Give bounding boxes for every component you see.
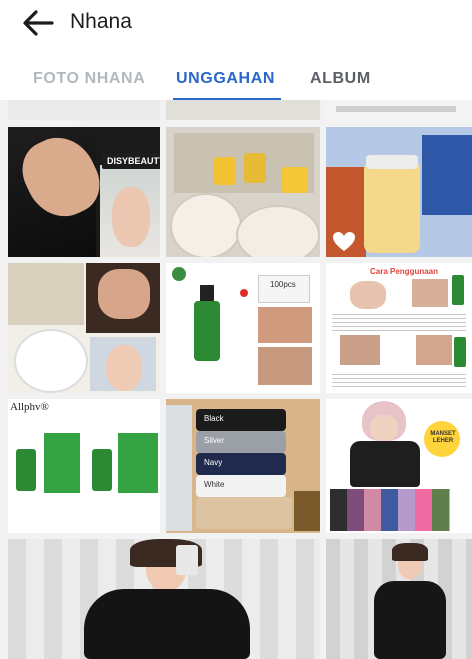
fabric-beige (196, 497, 292, 529)
serum-bottle (452, 275, 464, 305)
heart-icon (333, 232, 355, 251)
jar-lid (282, 167, 308, 193)
grid-photo-tops[interactable]: Black Silver Navy White (166, 399, 320, 533)
tab-album[interactable]: ALBUM (310, 70, 371, 88)
photo-panel (8, 263, 84, 325)
hair (392, 543, 428, 561)
instructions-title: Cara Penggunaan (370, 267, 439, 276)
grid-photo-sachets[interactable] (326, 127, 472, 257)
instruction-text (332, 371, 466, 387)
face-photo (350, 281, 386, 309)
grid-photo-hands[interactable]: DISYBEAUTY (8, 127, 160, 257)
serum-bottle (16, 449, 36, 491)
hand-shape (112, 187, 150, 247)
color-label: Navy (204, 458, 223, 467)
brand-name: Allphv® (10, 401, 49, 413)
grid-photo-allphv[interactable]: Allphv® (8, 399, 160, 533)
text-strip (336, 106, 456, 112)
grid-photo-cream[interactable] (8, 263, 160, 393)
grid-photo-partial[interactable] (166, 100, 320, 120)
serum-bottle (454, 337, 466, 367)
hand-shape (98, 269, 150, 319)
nose-photo (258, 307, 312, 343)
phone (176, 545, 198, 575)
bottle (364, 161, 420, 253)
serum-bottle (194, 301, 220, 361)
product-block (422, 135, 472, 215)
black-blouse (84, 589, 250, 659)
face (370, 415, 398, 441)
cream-jar (14, 329, 88, 393)
logo-mark (172, 267, 186, 281)
brand-label: DISYBEAUTY (102, 153, 160, 169)
serum-bottle (92, 449, 112, 491)
badge-text: MANSET LEHER (430, 431, 456, 444)
nose-photo (258, 347, 312, 385)
photo-grid: DISYBEAUTY 100pcs Cara Penggunaan Allphv… (0, 100, 472, 659)
grid-photo-blouse[interactable] (8, 539, 320, 659)
hand-shape (106, 345, 142, 391)
product-box (44, 433, 80, 493)
color-label: Silver (204, 436, 225, 445)
color-label: White (204, 480, 225, 489)
top-bar: Nhana (0, 0, 472, 48)
jar-lid (214, 157, 236, 185)
grid-photo-jars[interactable] (166, 127, 320, 257)
jar (170, 193, 242, 257)
grid-photo-blouse-2[interactable] (326, 539, 472, 659)
nose-photo (416, 335, 452, 365)
nose-photo (340, 335, 380, 365)
tab-unggahan[interactable]: UNGGAHAN (176, 70, 275, 88)
color-swatches (330, 489, 472, 531)
tab-foto[interactable]: FOTO NHANA (33, 70, 145, 88)
tab-bar: FOTO NHANA UNGGAHAN ALBUM (0, 62, 472, 101)
grid-photo-partial[interactable] (8, 100, 160, 120)
packaging (166, 405, 192, 531)
instruction-text (332, 313, 466, 331)
neck-cover (350, 441, 420, 487)
nose-photo (412, 279, 448, 307)
jar-lid (244, 153, 266, 183)
black-blouse (374, 581, 446, 659)
quantity-label: 100pcs (270, 280, 296, 289)
plant-decor (294, 491, 320, 531)
grid-photo-neckwear[interactable]: MANSET LEHER (326, 399, 472, 533)
bottle-cap (366, 155, 418, 169)
color-label: Black (204, 414, 224, 423)
product-box (118, 433, 158, 493)
red-dot (240, 289, 248, 297)
grid-photo-instructions[interactable]: Cara Penggunaan (326, 263, 472, 393)
grid-photo-partial[interactable] (326, 100, 472, 120)
grid-photo-serum[interactable]: 100pcs (166, 263, 320, 393)
back-arrow-icon[interactable] (20, 8, 56, 38)
page-title: Nhana (70, 10, 132, 33)
jar (236, 205, 320, 257)
